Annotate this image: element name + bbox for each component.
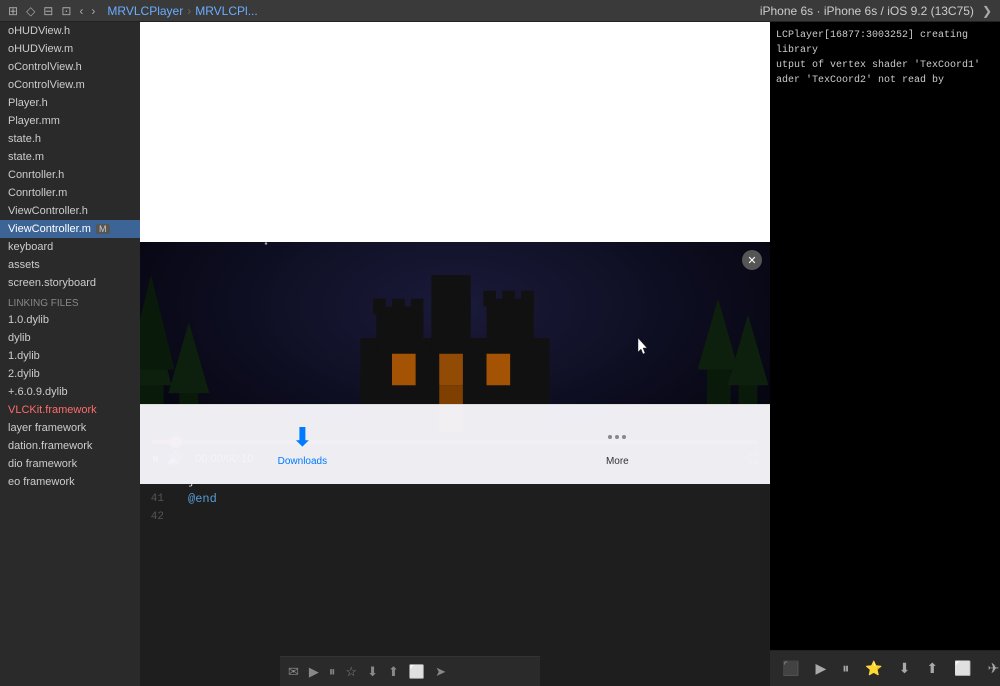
video-close-btn[interactable]: ✕ xyxy=(742,250,762,270)
sidebar: oHUDView.h oHUDView.m oControlView.h oCo… xyxy=(0,22,140,686)
breadcrumb-sep1: › xyxy=(187,4,191,18)
right-panel: LCPlayer[16877:3003252] creating library… xyxy=(770,22,1000,686)
console-text: LCPlayer[16877:3003252] creating library… xyxy=(776,28,994,88)
toolbar-nav: ⊞ ◇ ⊟ ⊡ ‹ › xyxy=(8,4,95,18)
sim-btn-6[interactable]: ⬆ xyxy=(922,658,942,679)
sidebar-item-eo-framework[interactable]: eo framework xyxy=(0,473,140,491)
toolbar-icon-grid2[interactable]: ⊟ xyxy=(43,4,53,18)
sidebar-item-ohudview-h[interactable]: oHUDView.h xyxy=(0,22,140,40)
nav-forward-btn[interactable]: › xyxy=(91,4,95,18)
sidebar-item-player-mm[interactable]: Player.mm xyxy=(0,112,140,130)
sim-btn-8[interactable]: ✈ xyxy=(984,658,1000,679)
sidebar-item-dylib[interactable]: dylib xyxy=(0,329,140,347)
panel-close-btn[interactable]: ❯ xyxy=(982,4,992,18)
sidebar-item-layer-framework[interactable]: layer framework xyxy=(0,419,140,437)
breadcrumb-project[interactable]: MRVLCPlayer xyxy=(107,4,183,18)
downloads-icon: ⬇ xyxy=(287,422,317,452)
sidebar-item-storyboard[interactable]: screen.storyboard xyxy=(0,274,140,292)
sidebar-item-viewcontroller-m[interactable]: ViewController.m M xyxy=(0,220,140,238)
sim-btn-2[interactable]: ▶ xyxy=(811,658,830,679)
code-tb-square[interactable]: ⬜ xyxy=(409,664,425,680)
sim-toolbar: ⬛ ▶ ⏸ ⭐ ⬇ ⬆ ⬜ ✈ xyxy=(770,650,1000,686)
code-line-41: 41 @end xyxy=(140,490,770,508)
code-tb-send[interactable]: ➤ xyxy=(435,664,446,680)
code-line-42: 42 xyxy=(140,508,770,526)
modified-badge: M xyxy=(96,224,110,234)
video-white-area xyxy=(140,22,770,242)
sim-btn-5[interactable]: ⬇ xyxy=(895,658,915,679)
code-tb-pause[interactable]: ⏸ xyxy=(329,664,336,680)
sidebar-section-linking: Linking Files xyxy=(0,292,140,311)
sidebar-item-1-dylib[interactable]: 1.dylib xyxy=(0,347,140,365)
sidebar-item-2-dylib[interactable]: 2.dylib xyxy=(0,365,140,383)
sim-btn-4[interactable]: ⭐ xyxy=(861,658,886,679)
code-tb-download[interactable]: ⬇ xyxy=(367,664,378,680)
dock-item-downloads[interactable]: ⬇ Downloads xyxy=(262,414,343,475)
sidebar-item-dio-framework[interactable]: dio framework xyxy=(0,455,140,473)
dock-label-downloads: Downloads xyxy=(278,456,327,467)
code-toolbar: ✉ ▶ ⏸ ☆ ⬇ ⬆ ⬜ ➤ xyxy=(280,656,540,686)
sidebar-item-state-h[interactable]: state.h xyxy=(0,130,140,148)
code-tb-mail[interactable]: ✉ xyxy=(288,664,299,680)
code-editor[interactable]: 16 [super viewDidAppear: 17 18 if ([self… xyxy=(140,22,770,686)
code-tb-star[interactable]: ☆ xyxy=(345,664,357,680)
sidebar-item-dation-framework[interactable]: dation.framework xyxy=(0,437,140,455)
dock-label-more: More xyxy=(606,456,629,467)
sidebar-item-ohudview-m[interactable]: oHUDView.m xyxy=(0,40,140,58)
more-icon xyxy=(602,422,632,452)
video-overlay: ✕ ⏸ 🔊 00:00/00:10 ⛶ ⬇ xyxy=(140,22,770,484)
sidebar-item-keyboard[interactable]: keyboard xyxy=(0,238,140,256)
code-tb-play[interactable]: ▶ xyxy=(309,664,319,680)
sim-btn-7[interactable]: ⬜ xyxy=(950,658,975,679)
sidebar-item-609dylib[interactable]: +.6.0.9.dylib xyxy=(0,383,140,401)
ios-bottom-bar: ⬇ Downloads More xyxy=(140,404,770,484)
sidebar-item-state-m[interactable]: state.m xyxy=(0,148,140,166)
sidebar-item-vlckit[interactable]: VLCKit.framework xyxy=(0,401,140,419)
dock-item-more[interactable]: More xyxy=(586,414,648,475)
breadcrumb-folder[interactable]: MRVLCPl... xyxy=(195,4,257,18)
console-area: LCPlayer[16877:3003252] creating library… xyxy=(770,22,1000,650)
sidebar-item-conrtoller-h[interactable]: Conrtoller.h xyxy=(0,166,140,184)
top-toolbar: ⊞ ◇ ⊟ ⊡ ‹ › MRVLCPlayer › MRVLCPl... iPh… xyxy=(0,0,1000,22)
sim-btn-3[interactable]: ⏸ xyxy=(838,658,853,679)
sidebar-item-viewcontroller-h[interactable]: ViewController.h xyxy=(0,202,140,220)
sidebar-item-1dylib[interactable]: 1.0.dylib xyxy=(0,311,140,329)
sim-btn-1[interactable]: ⬛ xyxy=(778,658,803,679)
sidebar-item-assets[interactable]: assets xyxy=(0,256,140,274)
code-tb-upload[interactable]: ⬆ xyxy=(388,664,399,680)
sidebar-item-ocontrolview-m[interactable]: oControlView.m xyxy=(0,76,140,94)
toolbar-icon-grid[interactable]: ⊞ xyxy=(8,4,18,18)
sidebar-item-conrtoller-m[interactable]: Conrtoller.m xyxy=(0,184,140,202)
sidebar-item-ocontrolview-h[interactable]: oControlView.h xyxy=(0,58,140,76)
main-area: oHUDView.h oHUDView.m oControlView.h oCo… xyxy=(0,22,1000,686)
toolbar-icon-bookmark[interactable]: ◇ xyxy=(26,4,35,18)
device-label: iPhone 6s · iPhone 6s / iOS 9.2 (13C75) xyxy=(760,4,974,18)
toolbar-icon-debug[interactable]: ⊡ xyxy=(61,4,71,18)
nav-back-btn[interactable]: ‹ xyxy=(79,4,83,18)
breadcrumb: MRVLCPlayer › MRVLCPl... xyxy=(107,4,257,18)
sidebar-item-player-h[interactable]: Player.h xyxy=(0,94,140,112)
